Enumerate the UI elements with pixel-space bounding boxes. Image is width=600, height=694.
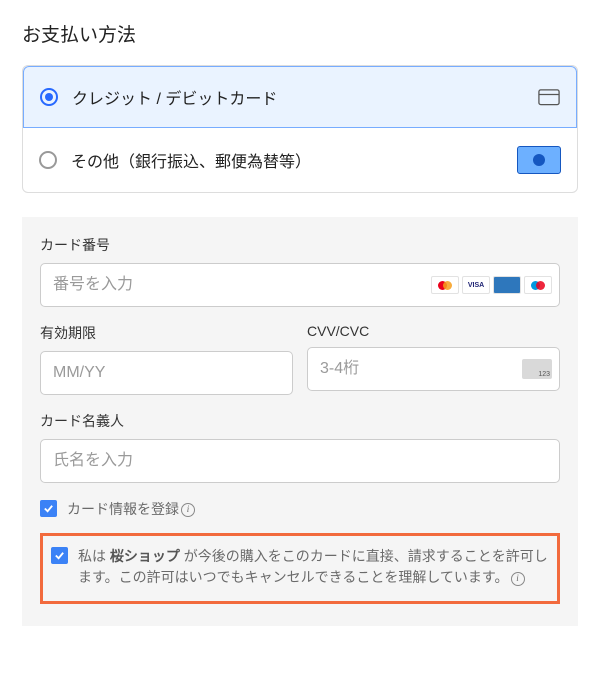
cardholder-input[interactable] [40, 439, 560, 483]
cvv-hint-icon: 123 [522, 359, 552, 379]
card-number-label: カード番号 [40, 235, 560, 255]
authorize-label: 私は 桜ショップ が今後の購入をこのカードに直接、請求することを許可します。この… [78, 546, 549, 589]
info-icon[interactable]: i [511, 572, 525, 586]
payment-method-card[interactable]: クレジット / デビットカード [23, 66, 577, 128]
cvv-label: CVV/CVC [307, 323, 560, 339]
payment-method-list: クレジット / デビットカード その他（銀行振込、郵便為替等） [22, 65, 578, 193]
info-icon[interactable]: i [181, 503, 195, 517]
card-brand-icons: VISA [431, 276, 552, 294]
authorization-highlight: 私は 桜ショップ が今後の購入をこのカードに直接、請求することを許可します。この… [40, 533, 560, 604]
payment-method-label: クレジット / デビットカード [72, 85, 538, 109]
payment-method-label: その他（銀行振込、郵便為替等） [71, 148, 517, 172]
card-icon [538, 89, 560, 105]
expiry-label: 有効期限 [40, 323, 293, 343]
cash-icon [517, 146, 561, 174]
maestro-icon [524, 276, 552, 294]
mastercard-icon [431, 276, 459, 294]
expiry-input[interactable] [40, 351, 293, 395]
visa-icon: VISA [462, 276, 490, 294]
save-card-label: カード情報を登録i [67, 499, 560, 521]
radio-icon [40, 88, 58, 106]
authorize-option[interactable]: 私は 桜ショップ が今後の購入をこのカードに直接、請求することを許可します。この… [51, 546, 549, 589]
radio-icon [39, 151, 57, 169]
checkbox-icon [40, 500, 57, 517]
card-form-panel: カード番号 VISA 有効期限 CVV/CVC 123 [22, 217, 578, 626]
checkbox-icon [51, 547, 68, 564]
amex-icon [493, 276, 521, 294]
save-card-option[interactable]: カード情報を登録i [40, 499, 560, 521]
payment-method-other[interactable]: その他（銀行振込、郵便為替等） [23, 128, 577, 192]
section-title: お支払い方法 [22, 20, 578, 47]
cardholder-label: カード名義人 [40, 411, 560, 431]
